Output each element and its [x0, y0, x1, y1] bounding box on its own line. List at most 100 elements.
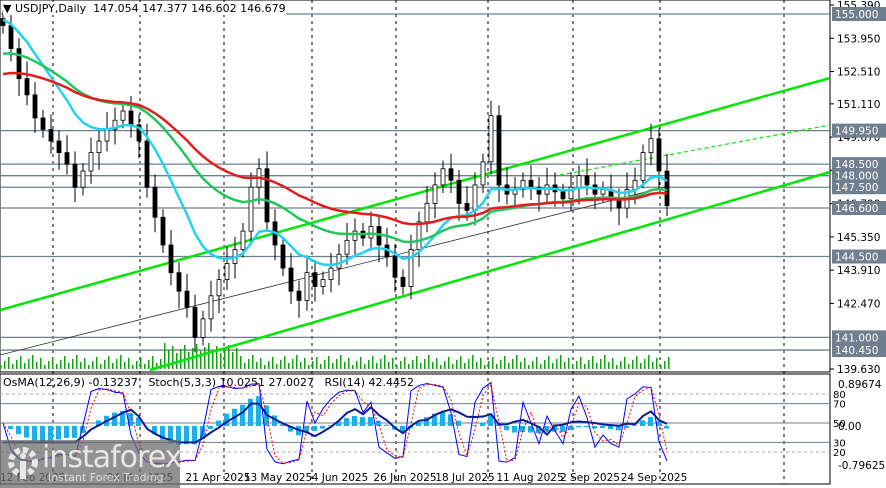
- volume-bar: [116, 359, 118, 369]
- volume-bar: [592, 356, 594, 369]
- volume-bar: [612, 358, 614, 369]
- volume-bar: [104, 360, 106, 369]
- volume-bar: [56, 364, 58, 369]
- stoch-label: Stoch(5,3,3) 10.0251 27.0027: [148, 376, 315, 389]
- osma-bar: [608, 425, 613, 430]
- volume-bar: [12, 364, 14, 369]
- collapse-icon[interactable]: ▼: [3, 2, 15, 15]
- candle-body: [472, 184, 478, 211]
- rsi-label: RSI(14) 42.4452: [324, 376, 414, 389]
- volume-bar: [76, 355, 78, 369]
- volume-bar: [420, 363, 422, 369]
- volume-bar: [516, 355, 518, 369]
- volume-bar: [344, 362, 346, 369]
- volume-bar: [140, 357, 142, 369]
- candle-body: [480, 161, 486, 186]
- osma-bar: [240, 404, 245, 426]
- volume-bar: [328, 356, 330, 369]
- x-tick-label: 11 Aug 2025: [496, 472, 563, 484]
- volume-bar: [20, 356, 22, 369]
- candle-body: [496, 115, 502, 186]
- candle-body: [184, 290, 190, 308]
- x-tick-label: 18 Jul 2025: [435, 472, 494, 484]
- volume-bar: [228, 345, 230, 369]
- volume-bar: [180, 349, 182, 369]
- candle-body: [248, 186, 254, 232]
- volume-bar: [340, 355, 342, 369]
- volume-bar: [508, 363, 510, 369]
- osma-bar: [24, 425, 29, 438]
- candle-body: [664, 170, 670, 207]
- ohlc-values: 147.054 147.377 146.602 146.679: [93, 2, 286, 15]
- stoch-level-label: 20: [833, 448, 846, 459]
- volume-bar: [416, 356, 418, 369]
- candle-body: [344, 239, 350, 255]
- volume-bar: [568, 358, 570, 369]
- volume-bar: [556, 359, 558, 369]
- volume-bar: [80, 362, 82, 369]
- volume-bar: [480, 358, 482, 369]
- chart-header: ▼ USDJPY,Daily 147.054 147.377 146.602 1…: [3, 2, 286, 15]
- volume-bar: [288, 363, 290, 369]
- candle-body: [464, 202, 470, 211]
- volume-bar: [652, 362, 654, 369]
- volume-bar: [264, 365, 266, 369]
- candle-body: [120, 110, 126, 121]
- volume-bar: [432, 362, 434, 369]
- volume-bar: [616, 365, 618, 369]
- volume-bar: [368, 360, 370, 369]
- candle-body: [80, 170, 86, 188]
- volume-bar: [252, 355, 254, 369]
- osma-bar: [40, 425, 45, 442]
- volume-bar: [540, 364, 542, 369]
- gear-logo-icon: [8, 447, 38, 479]
- candle-body: [64, 152, 70, 165]
- volume-bar: [444, 361, 446, 369]
- volume-bar: [336, 359, 338, 369]
- volume-bar: [280, 360, 282, 369]
- candle-body: [576, 175, 582, 188]
- volume-bar: [132, 365, 134, 369]
- volume-bar: [48, 361, 50, 369]
- volume-bar: [120, 355, 122, 369]
- osma-bar: [320, 425, 325, 429]
- osma-bar: [480, 422, 485, 426]
- volume-bar: [608, 362, 610, 369]
- volume-bar: [656, 358, 658, 369]
- candle-body: [400, 276, 406, 287]
- osma-bar: [8, 425, 13, 430]
- volume-bar: [488, 361, 490, 369]
- candle-body: [208, 295, 214, 320]
- volume-bar: [440, 365, 442, 369]
- volume-bar: [148, 360, 150, 369]
- volume-bar: [0, 365, 2, 369]
- y-tick-label: 142.470: [837, 298, 880, 310]
- osma-bar: [648, 416, 653, 426]
- volume-bar: [492, 357, 494, 369]
- symbol: USDJPY: [14, 2, 55, 15]
- volume-bar: [388, 362, 390, 369]
- watermark-tagline: Instant Forex Trading: [48, 471, 164, 484]
- volume-bar: [640, 363, 642, 369]
- volume-bar: [92, 361, 94, 369]
- candle-body: [32, 94, 38, 119]
- candle-body: [48, 129, 54, 142]
- candle-body: [304, 272, 310, 301]
- volume-bar: [644, 359, 646, 369]
- volume-bar: [528, 365, 530, 369]
- osma-bar: [592, 425, 597, 429]
- volume-bar: [636, 356, 638, 369]
- candle-body: [328, 267, 334, 281]
- volume-bar: [448, 357, 450, 369]
- volume-bar: [16, 360, 18, 369]
- candle-body: [648, 138, 654, 153]
- osma-bar: [16, 425, 21, 435]
- volume-bar: [248, 359, 250, 369]
- volume-bar: [224, 349, 226, 369]
- level-label: 140.450: [835, 345, 878, 357]
- indicator-header: OsMA(12,26,9) -0.13237 Stoch(5,3,3) 10.0…: [3, 376, 414, 389]
- osma-bar: [504, 425, 509, 431]
- osma-bar: [584, 425, 589, 428]
- volume-bar: [468, 359, 470, 369]
- volume-bar: [8, 357, 10, 369]
